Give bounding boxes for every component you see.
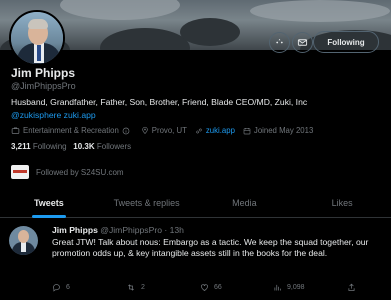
profile-handle: @JimPhippsPro: [11, 81, 76, 91]
tweet-author[interactable]: Jim Phipps: [52, 225, 98, 235]
followers-link[interactable]: 10.3K Followers: [73, 142, 131, 151]
website-link[interactable]: zuki.app: [206, 126, 235, 135]
joined-item: Joined May 2013: [243, 126, 313, 135]
profile-tabs: Tweets Tweets & replies Media Likes: [0, 188, 391, 218]
profile-name: Jim Phipps: [11, 66, 76, 80]
heart-icon: [201, 284, 208, 291]
tweet-handle[interactable]: @JimPhippsPro: [100, 225, 162, 235]
bio-link[interactable]: @zukisphere zuki.app: [11, 110, 96, 120]
followers-count: 10.3K: [73, 142, 95, 151]
views-icon: [274, 284, 281, 291]
views-count: 9,098: [287, 284, 305, 291]
followed-by-text: Followed by S24SU.com: [36, 167, 124, 177]
tweet-avatar[interactable]: [9, 226, 38, 255]
profile-meta: Entertainment & Recreation Provo, UT zuk…: [11, 126, 321, 135]
share-icon: [348, 283, 355, 291]
retweet-button[interactable]: 2: [126, 283, 200, 292]
tab-likes-label: Likes: [331, 197, 353, 208]
tab-tweets-replies-label: Tweets & replies: [113, 197, 180, 208]
reply-count: 6: [66, 284, 70, 291]
tab-likes[interactable]: Likes: [293, 188, 391, 217]
followed-by[interactable]: Followed by S24SU.com: [11, 165, 124, 179]
retweet-count: 2: [141, 284, 145, 291]
following-link[interactable]: 3,211 Following: [11, 142, 67, 151]
message-button[interactable]: [292, 32, 313, 53]
calendar-icon: [243, 127, 251, 134]
following-label: Following: [32, 142, 67, 151]
link-icon: [196, 128, 202, 133]
location-label: Provo, UT: [151, 126, 187, 135]
more-options-button[interactable]: [269, 32, 290, 53]
following-count: 3,211: [11, 142, 31, 151]
following-button[interactable]: Following: [313, 31, 379, 53]
views-button[interactable]: 9,098: [273, 283, 347, 292]
joined-label: Joined May 2013: [253, 126, 314, 135]
category-label: Entertainment & Recreation: [23, 126, 119, 135]
tab-media[interactable]: Media: [196, 188, 294, 217]
more-icon: [276, 38, 283, 44]
tab-tweets-label: Tweets: [33, 197, 64, 208]
location-item: Provo, UT: [141, 126, 187, 135]
share-button[interactable]: [347, 283, 361, 292]
like-button[interactable]: 66: [200, 283, 273, 292]
envelope-icon: [297, 39, 308, 46]
reply-button[interactable]: 6: [52, 283, 126, 292]
tab-tweets[interactable]: Tweets: [0, 188, 98, 218]
follow-counts: 3,211 Following 10.3K Followers: [11, 142, 131, 151]
followers-label: Followers: [96, 142, 132, 151]
reply-icon: [53, 284, 60, 292]
profile-avatar[interactable]: [9, 10, 65, 66]
active-tab-indicator: [31, 215, 66, 218]
tab-tweets-replies[interactable]: Tweets & replies: [98, 188, 196, 217]
tab-media-label: Media: [232, 197, 257, 208]
info-icon[interactable]: [122, 127, 130, 135]
profile-bio: Husband, Grandfather, Father, Son, Broth…: [11, 97, 308, 107]
tweet-text: Great JTW! Talk about nous: Embargo as a…: [52, 237, 369, 259]
retweet-icon: [128, 284, 134, 291]
category-item: Entertainment & Recreation: [11, 126, 133, 135]
follower-avatar: [11, 165, 29, 179]
tweet-header: Jim Phipps @JimPhippsPro · 13h: [52, 225, 184, 235]
tweet-time[interactable]: 13h: [170, 225, 184, 235]
briefcase-icon: [11, 127, 20, 134]
website-item[interactable]: zuki.app: [195, 126, 235, 135]
like-count: 66: [214, 284, 222, 291]
location-pin-icon: [142, 126, 148, 134]
tweet-actions: 6 2 66 9,098: [52, 283, 382, 292]
